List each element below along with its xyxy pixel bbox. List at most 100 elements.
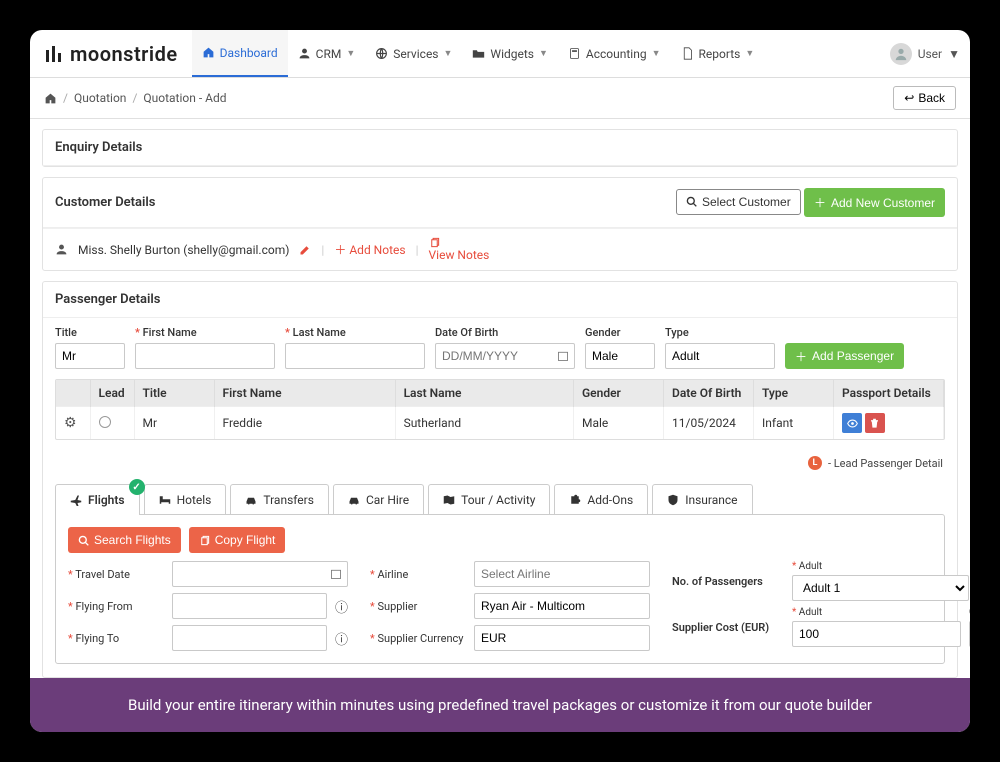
flights-pane: Search Flights Copy Flight Travel Date xyxy=(55,514,945,664)
shield-icon xyxy=(667,494,679,506)
nav-label: Widgets xyxy=(490,47,534,61)
nav-label: CRM xyxy=(316,47,342,61)
brand-logo: moonstride xyxy=(44,42,178,66)
search-flights-button[interactable]: Search Flights xyxy=(68,527,181,553)
chevron-down-icon: ▼ xyxy=(346,48,355,59)
back-button[interactable]: ↩ Back xyxy=(893,86,956,110)
travel-date-input[interactable] xyxy=(172,561,348,587)
title-input[interactable] xyxy=(55,343,125,369)
calendar-icon[interactable] xyxy=(557,350,569,362)
chevron-down-icon: ▼ xyxy=(444,48,453,59)
tab-flights[interactable]: Flights ✓ xyxy=(55,484,140,515)
add-passenger-button[interactable]: ＋ Add Passenger xyxy=(785,343,904,369)
tab-carhire[interactable]: Car Hire xyxy=(333,484,424,515)
add-customer-button[interactable]: ＋ Add New Customer xyxy=(804,188,945,217)
label-flying-to: Flying To xyxy=(68,632,164,645)
brand-mark-icon xyxy=(44,44,64,64)
dob-input[interactable] xyxy=(435,343,575,369)
chevron-down-icon: ▼ xyxy=(539,48,548,59)
edit-customer-icon[interactable] xyxy=(299,244,311,256)
gender-select[interactable] xyxy=(585,343,655,369)
user-menu[interactable]: User ▼ xyxy=(890,43,960,65)
plane-icon xyxy=(70,494,82,506)
folder-icon xyxy=(472,47,485,60)
nav-widgets[interactable]: Widgets ▼ xyxy=(462,30,557,77)
tab-tour[interactable]: Tour / Activity xyxy=(428,484,550,515)
breadcrumb-l1[interactable]: Quotation xyxy=(74,91,126,105)
nav-dashboard[interactable]: Dashboard xyxy=(192,30,288,77)
tab-transfers[interactable]: Transfers xyxy=(230,484,329,515)
breadcrumb-l2: Quotation - Add xyxy=(143,91,226,105)
car-icon xyxy=(245,494,257,506)
cost-adult-input[interactable] xyxy=(792,621,961,647)
label-flying-from: Flying From xyxy=(68,600,164,613)
home-icon[interactable] xyxy=(44,92,57,105)
nav-reports[interactable]: Reports ▼ xyxy=(671,30,765,77)
label-adult: Adult xyxy=(792,607,961,618)
globe-icon xyxy=(375,47,388,60)
select-customer-button[interactable]: Select Customer xyxy=(676,189,801,215)
cell-gender: Male xyxy=(574,407,664,440)
check-badge-icon: ✓ xyxy=(129,479,145,495)
nav-accounting[interactable]: Accounting ▼ xyxy=(558,30,671,77)
label-lastname: Last Name xyxy=(285,326,425,339)
col-passport: Passport Details xyxy=(834,380,944,407)
supplier-input[interactable] xyxy=(474,593,650,619)
supplier-currency-input[interactable] xyxy=(474,625,650,651)
nav-label: Services xyxy=(393,47,438,61)
copy-flight-button[interactable]: Copy Flight xyxy=(189,527,286,553)
search-icon xyxy=(78,535,89,546)
cell-last: Sutherland xyxy=(395,407,573,440)
legend-text: - Lead Passenger Detail xyxy=(828,457,943,470)
breadcrumb: / Quotation / Quotation - Add xyxy=(44,91,227,105)
delete-passport-button[interactable] xyxy=(865,413,885,433)
legend: L - Lead Passenger Detail xyxy=(43,448,957,478)
nav-label: Dashboard xyxy=(220,46,278,60)
passenger-form: Title First Name Last Name Date Of Birth… xyxy=(43,318,957,379)
puzzle-icon xyxy=(569,494,581,506)
tab-hotels[interactable]: Hotels xyxy=(144,484,227,515)
plus-icon: ＋ xyxy=(334,243,346,257)
promo-banner: Build your entire itinerary within minut… xyxy=(30,678,970,732)
cell-dob: 11/05/2024 xyxy=(664,407,754,440)
type-select[interactable] xyxy=(665,343,775,369)
np-adult-select[interactable]: Adult 1 xyxy=(792,575,969,601)
label-children: Children xyxy=(969,607,970,618)
flying-to-input[interactable] xyxy=(172,625,327,651)
gear-icon[interactable]: ⚙ xyxy=(64,415,77,431)
flying-from-input[interactable] xyxy=(172,593,327,619)
label-firstname: First Name xyxy=(135,326,275,339)
label-dob: Date Of Birth xyxy=(435,326,575,339)
passenger-title: Passenger Details xyxy=(43,282,957,318)
tab-addons[interactable]: Add-Ons xyxy=(554,484,648,515)
nav-label: Accounting xyxy=(586,47,647,61)
calendar-icon[interactable] xyxy=(330,568,342,580)
label-no-passengers: No. of Passengers xyxy=(672,561,782,588)
map-icon xyxy=(443,494,455,506)
firstname-input[interactable] xyxy=(135,343,275,369)
airline-select[interactable] xyxy=(474,561,650,587)
add-notes-link[interactable]: ＋ Add Notes xyxy=(334,241,405,258)
info-icon[interactable]: ⓘ xyxy=(335,629,348,648)
info-icon[interactable]: ⓘ xyxy=(335,597,348,616)
cell-title: Mr xyxy=(134,407,214,440)
col-type: Type xyxy=(754,380,834,407)
nav-services[interactable]: Services ▼ xyxy=(365,30,462,77)
label-gender: Gender xyxy=(585,326,655,339)
nav-crm[interactable]: CRM ▼ xyxy=(288,30,366,77)
view-notes-link[interactable]: View Notes xyxy=(429,237,490,262)
car-icon xyxy=(348,494,360,506)
table-row: ⚙ Mr Freddie Sutherland Male 11/05/2024 … xyxy=(56,407,944,440)
label-title: Title xyxy=(55,326,125,339)
lastname-input[interactable] xyxy=(285,343,425,369)
lead-radio[interactable] xyxy=(99,416,111,428)
plus-icon: ＋ xyxy=(814,194,826,211)
lead-badge-icon: L xyxy=(808,456,822,470)
cell-first: Freddie xyxy=(214,407,395,440)
view-passport-button[interactable] xyxy=(842,413,862,433)
cost-children-input[interactable] xyxy=(969,621,970,647)
tab-insurance[interactable]: Insurance xyxy=(652,484,752,515)
search-icon xyxy=(686,196,697,207)
customer-panel: Customer Details Select Customer ＋ Add N… xyxy=(42,177,958,271)
col-lead: Lead xyxy=(90,380,134,407)
